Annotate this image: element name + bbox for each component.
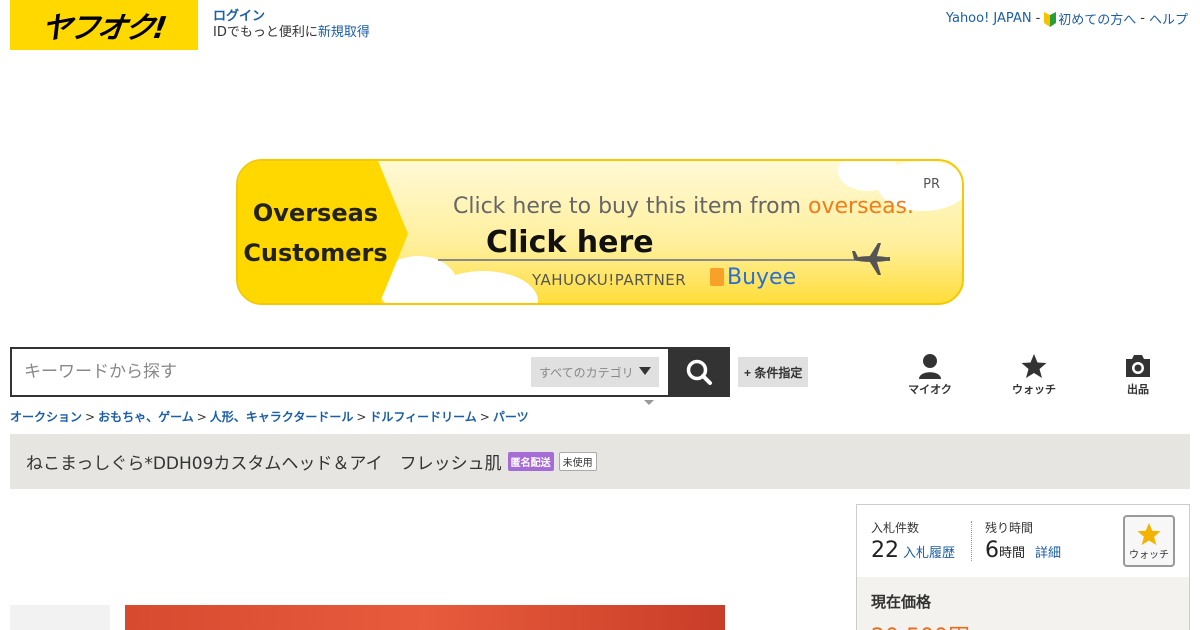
breadcrumb: オークション > おもちゃ、ゲーム > 人形、キャラクタードール > ドルフィードリーム > パ… — [10, 408, 529, 425]
star-icon — [1137, 522, 1161, 545]
item-main-image[interactable] — [125, 605, 725, 630]
beginner-link-label: 初めての方へ — [1058, 13, 1137, 28]
bids-block: 入札件数 22 入札履歴 — [871, 519, 955, 563]
buyee-text: Buyee — [727, 265, 797, 290]
top-link-separator: - — [1140, 11, 1145, 26]
remaining-label: 残り時間 — [985, 521, 1034, 535]
watch-button-label: ウォッチ — [1129, 549, 1169, 561]
camera-icon — [1126, 355, 1150, 377]
banner-flight-line — [438, 259, 858, 261]
nav-sell-label: 出品 — [1127, 383, 1149, 396]
unused-condition-badge: 未使用 — [558, 452, 597, 471]
nav-sell[interactable]: 出品 — [1108, 353, 1168, 397]
nav-watch-label: ウォッチ — [1012, 383, 1056, 396]
logo-text: ヤフオク! — [39, 11, 168, 46]
buyee-logo: Buyee — [710, 265, 796, 290]
yahuoku-logo[interactable]: ヤフオク! — [10, 0, 198, 50]
banner-headline-highlight: overseas. — [808, 194, 915, 219]
top-link-separator: - — [1035, 11, 1041, 26]
search-input[interactable] — [12, 349, 527, 395]
buyee-bag-icon — [710, 268, 724, 286]
search-button[interactable] — [668, 347, 730, 397]
breadcrumb-item[interactable]: パーツ — [493, 410, 529, 424]
overseas-banner[interactable]: Overseas Customers PR Click here to buy … — [236, 159, 964, 305]
breadcrumb-item[interactable]: オークション — [10, 410, 82, 424]
top-links: Yahoo! JAPAN - 初めての方へ - ヘルプ — [946, 9, 1188, 28]
yahoo-japan-link[interactable]: Yahoo! JAPAN — [946, 11, 1032, 26]
breadcrumb-item[interactable]: 人形、キャラクタードール — [210, 410, 354, 424]
current-price-section: 現在価格 20,500円 — [857, 577, 1189, 630]
breadcrumb-item[interactable]: ドルフィードリーム — [369, 410, 476, 424]
category-select-label: すべてのカテゴリ — [539, 365, 634, 380]
banner-left-line2: Customers — [243, 239, 388, 267]
remaining-unit: 時間 — [999, 546, 1026, 561]
nav-my-auction[interactable]: マイオク — [900, 353, 960, 397]
banner-headline-prefix: Click here to buy this item from — [453, 194, 809, 219]
search-bar: すべてのカテゴリ — [10, 347, 730, 397]
login-link[interactable]: ログイン — [213, 9, 370, 25]
remaining-time-block: 残り時間 6時間 詳細 — [985, 519, 1061, 563]
bids-label: 入札件数 — [871, 521, 920, 535]
bid-history-link[interactable]: 入札履歴 — [903, 546, 955, 561]
remaining-detail-link[interactable]: 詳細 — [1035, 546, 1061, 561]
breadcrumb-separator: > — [196, 410, 207, 424]
beginner-link[interactable]: 初めての方へ — [1044, 9, 1136, 28]
user-icon — [919, 354, 941, 379]
banner-headline: Click here to buy this item from oversea… — [453, 194, 914, 219]
airplane-icon — [852, 243, 890, 275]
item-title: ねこまっしぐら*DDH09カスタムヘッド＆アイ フレッシュ肌 — [26, 454, 502, 474]
search-caret-icon — [644, 400, 654, 405]
banner-cta[interactable]: Click here — [486, 225, 654, 260]
category-select[interactable]: すべてのカテゴリ — [531, 357, 659, 387]
watch-button[interactable]: ウォッチ — [1123, 515, 1175, 567]
login-sub-text: IDでもっと便利に — [213, 25, 318, 40]
anonymous-shipping-badge: 匿名配送 — [507, 452, 554, 471]
bids-count: 22 — [871, 538, 899, 563]
nav-my-auction-label: マイオク — [908, 383, 952, 396]
current-price-value: 20,500円 — [871, 619, 970, 630]
nav-watch[interactable]: ウォッチ — [1004, 353, 1064, 397]
advanced-filter-button[interactable]: + 条件指定 — [738, 357, 809, 387]
search-icon — [686, 359, 712, 385]
current-price-label: 現在価格 — [871, 593, 932, 611]
beginner-mark-icon — [1044, 12, 1057, 27]
login-block: ログイン IDでもっと便利に新規取得 — [213, 9, 370, 41]
breadcrumb-separator: > — [479, 410, 490, 424]
banner-pr-label: PR — [923, 177, 940, 192]
signup-link[interactable]: 新規取得 — [318, 25, 370, 40]
price-panel: 入札件数 22 入札履歴 残り時間 6時間詳細 ウォッチ 現在価格 20,500円 — [856, 504, 1190, 630]
breadcrumb-item[interactable]: おもちゃ、ゲーム — [98, 410, 194, 424]
banner-partner-label: YAHUOKU!PARTNER — [532, 271, 687, 289]
remaining-value: 6 — [985, 538, 999, 563]
item-thumbnail[interactable] — [10, 605, 110, 630]
breadcrumb-separator: > — [85, 410, 96, 424]
item-title-bar: ねこまっしぐら*DDH09カスタムヘッド＆アイ フレッシュ肌 匿名配送 未使用 — [10, 434, 1190, 489]
chevron-down-icon — [639, 367, 651, 375]
star-icon — [1021, 354, 1047, 378]
breadcrumb-separator: > — [356, 410, 367, 424]
banner-left-line1: Overseas — [252, 199, 379, 227]
help-link[interactable]: ヘルプ — [1149, 9, 1188, 28]
banner-left-text: Overseas Customers — [238, 193, 393, 273]
panel-divider — [971, 521, 972, 561]
